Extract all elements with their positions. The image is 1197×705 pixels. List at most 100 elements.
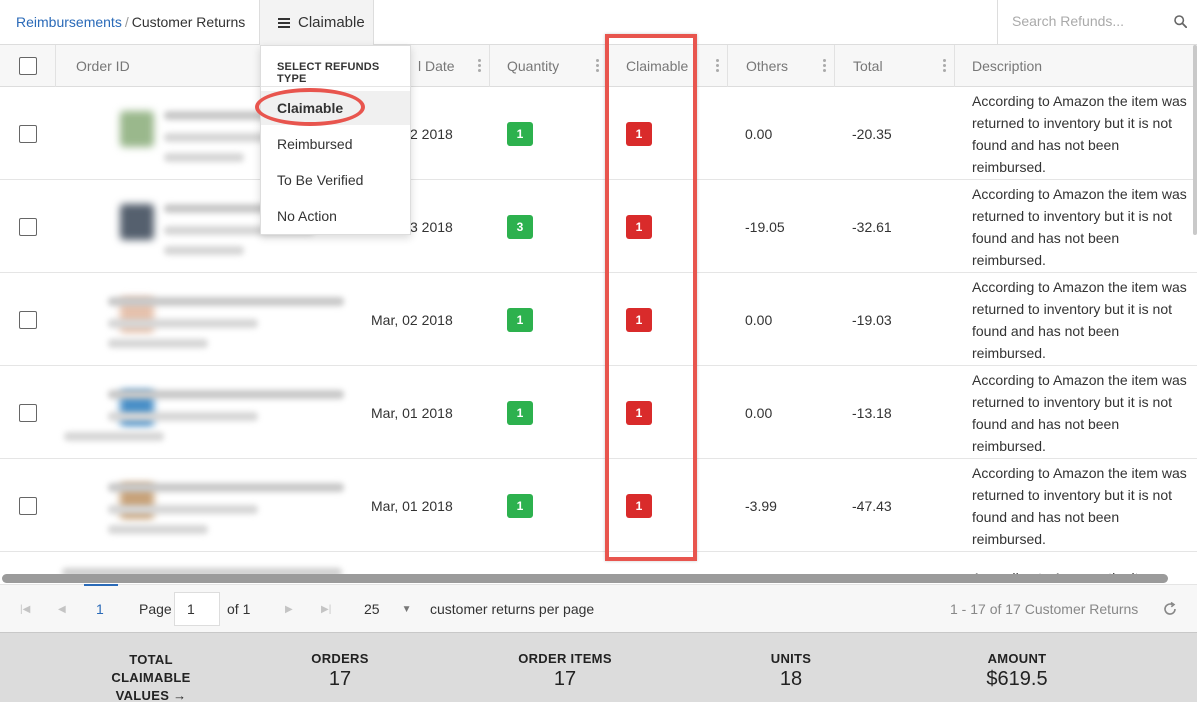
- quantity-cell: 3: [507, 180, 533, 273]
- column-total[interactable]: Total: [835, 45, 955, 87]
- current-page-number[interactable]: 1: [96, 585, 104, 633]
- pagination-bar: |◀ ◀ 1 Page of 1 ▶ ▶| 25 ▼ customer retu…: [0, 584, 1197, 632]
- last-page-icon[interactable]: ▶|: [321, 585, 331, 633]
- column-menu-icon[interactable]: [823, 59, 826, 73]
- prev-page-icon[interactable]: ◀: [58, 585, 66, 633]
- row-checkbox[interactable]: [19, 496, 37, 515]
- table-row[interactable]: Mar, 01 2018 1 1 -3.99 -47.43 According …: [0, 459, 1197, 552]
- table-row[interactable]: 2 2018 1 1 0.00 -20.35 According to Amaz…: [0, 87, 1197, 180]
- column-menu-icon[interactable]: [716, 59, 719, 73]
- column-quantity[interactable]: Quantity: [490, 45, 608, 87]
- date-cell: Mar, 01 2018: [371, 404, 453, 421]
- quantity-badge: 1: [507, 307, 533, 332]
- breadcrumb-current: Customer Returns: [131, 14, 246, 30]
- order-id-cell: [56, 366, 352, 459]
- date-cell: 3 2018: [410, 218, 453, 235]
- total-cell: -32.61: [852, 218, 892, 235]
- others-cell: 0.00: [745, 311, 773, 328]
- column-total-label: Total: [853, 58, 883, 74]
- search-icon[interactable]: [1174, 15, 1187, 28]
- row-checkbox-cell: [19, 273, 37, 366]
- horizontal-scrollbar[interactable]: [2, 574, 1168, 583]
- orders-label: ORDERS: [311, 651, 369, 666]
- date-cell: Mar, 02 2018: [371, 311, 453, 328]
- others-cell: 0.00: [745, 125, 773, 142]
- order-items-label: ORDER ITEMS: [518, 651, 612, 666]
- summary-title-line: TOTAL: [129, 652, 173, 667]
- quantity-cell: 1: [507, 459, 533, 552]
- blurred-product-title: [108, 483, 344, 492]
- row-checkbox[interactable]: [19, 217, 37, 236]
- date-cell: 2 2018: [410, 125, 453, 142]
- per-page-value: 25: [364, 601, 380, 617]
- units-value: 18: [779, 668, 803, 690]
- claimable-column-highlight-annotation: [605, 34, 697, 561]
- dropdown-caret-icon: ▼: [401, 603, 412, 615]
- description-cell: According to Amazon the item was returne…: [972, 87, 1194, 180]
- page-label: Page: [139, 601, 172, 617]
- description-cell: According to Amazon the item was returne…: [972, 366, 1194, 459]
- column-description-label: Description: [972, 58, 1043, 74]
- quantity-badge: 1: [507, 400, 533, 425]
- column-date-label: l Date: [418, 58, 455, 74]
- quantity-cell: 1: [507, 366, 533, 459]
- first-page-icon[interactable]: |◀: [20, 585, 30, 633]
- others-cell: -3.99: [745, 497, 777, 514]
- refund-type-dropdown: SELECT REFUNDS TYPE Claimable Reimbursed…: [260, 45, 411, 235]
- blurred-product-title: [108, 297, 344, 306]
- menu-item-to-be-verified[interactable]: To Be Verified: [261, 163, 410, 197]
- total-cell: -20.35: [852, 125, 892, 142]
- description-cell: According to Amazon the item was returne…: [972, 273, 1194, 366]
- others-cell: -19.05: [745, 218, 785, 235]
- product-thumbnail: [120, 111, 154, 147]
- refund-type-button[interactable]: Claimable: [259, 0, 374, 45]
- units-label: UNITS: [770, 651, 812, 666]
- column-others-label: Others: [746, 58, 789, 74]
- column-menu-icon[interactable]: [478, 59, 481, 73]
- summary-footer: TOTAL CLAIMABLE VALUES → ORDERS 17 ORDER…: [0, 632, 1197, 705]
- total-cell: -13.18: [852, 404, 892, 421]
- blurred-sku: [164, 246, 244, 255]
- amount-label: AMOUNT: [987, 651, 1047, 666]
- row-checkbox[interactable]: [19, 403, 37, 422]
- breadcrumb-reimbursements-link[interactable]: Reimbursements: [16, 14, 122, 30]
- row-checkbox[interactable]: [19, 124, 37, 143]
- product-thumbnail: [120, 204, 154, 240]
- menu-icon: [278, 17, 290, 28]
- row-checkbox[interactable]: [19, 310, 37, 329]
- table-row[interactable]: 3 2018 3 1 -19.05 -32.61 According to Am…: [0, 180, 1197, 273]
- column-quantity-label: Quantity: [507, 58, 560, 74]
- quantity-cell: 1: [507, 87, 533, 180]
- select-all-checkbox[interactable]: [18, 57, 37, 75]
- summary-title-line: VALUES →: [115, 688, 187, 703]
- amount-value: $619.5: [986, 668, 1048, 690]
- next-page-icon[interactable]: ▶: [285, 585, 293, 633]
- per-page-select[interactable]: 25 ▼: [364, 585, 411, 633]
- row-checkbox-cell: [19, 459, 37, 552]
- table-row[interactable]: Mar, 01 2018 1 1 0.00 -13.18 According t…: [0, 366, 1197, 459]
- column-description[interactable]: Description: [955, 45, 1197, 87]
- page-input[interactable]: [174, 592, 220, 626]
- menu-item-no-action[interactable]: No Action: [261, 199, 410, 233]
- table-row[interactable]: According to Amazon the item was: [0, 552, 1197, 575]
- vertical-scrollbar[interactable]: [1193, 45, 1197, 235]
- blurred-order-id: [108, 505, 258, 514]
- date-cell: Mar, 01 2018: [371, 497, 453, 514]
- column-menu-icon[interactable]: [596, 59, 599, 73]
- page-input-wrapper: [174, 585, 220, 633]
- blurred-order-id: [108, 319, 258, 328]
- search-input[interactable]: [1012, 13, 1162, 29]
- description-text: According to Amazon the item was returne…: [972, 278, 1187, 361]
- dropdown-title: SELECT REFUNDS TYPE: [277, 61, 380, 85]
- column-menu-icon[interactable]: [943, 59, 946, 73]
- menu-item-reimbursed[interactable]: Reimbursed: [261, 127, 410, 161]
- quantity-badge: 1: [507, 121, 533, 146]
- description-text: According to Amazon the item was returne…: [972, 464, 1187, 547]
- column-others[interactable]: Others: [728, 45, 835, 87]
- refresh-icon[interactable]: [1162, 585, 1178, 633]
- others-cell: 0.00: [745, 404, 773, 421]
- table-row[interactable]: Mar, 02 2018 1 1 0.00 -19.03 According t…: [0, 273, 1197, 366]
- summary-title: TOTAL CLAIMABLE VALUES →: [96, 651, 206, 705]
- blurred-sku: [108, 339, 208, 348]
- blurred-order-id: [108, 412, 258, 421]
